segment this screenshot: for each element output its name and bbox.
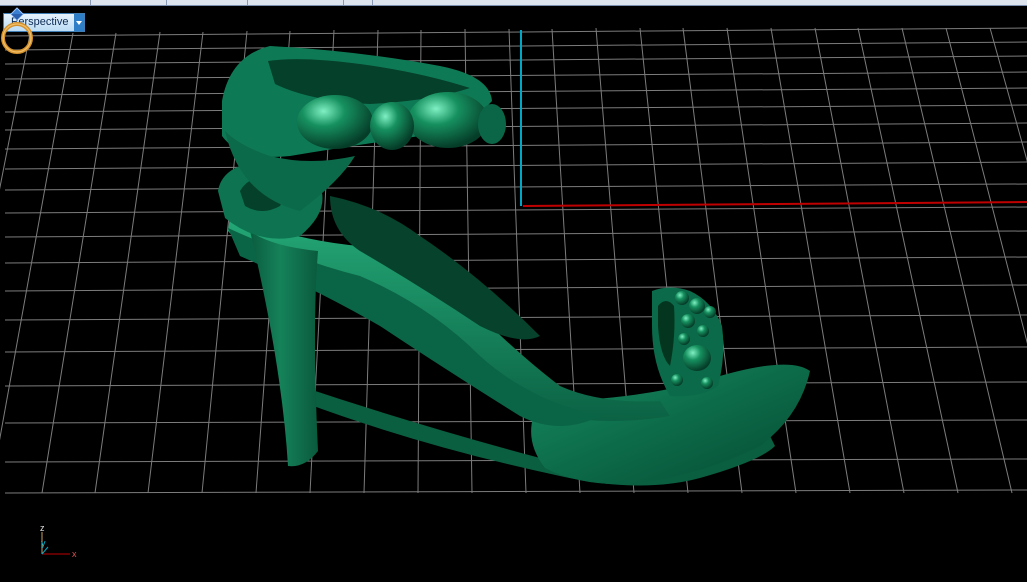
axis-x-label: x: [72, 549, 77, 559]
toolbar-segment: [344, 0, 373, 5]
axis-y-label: y: [41, 538, 46, 548]
ring-icon[interactable]: [0, 6, 34, 58]
shoe-model[interactable]: [218, 46, 810, 486]
toolbar-segment: [248, 0, 344, 5]
viewport-canvas[interactable]: z y x: [0, 6, 1027, 582]
toolbar-segment: [0, 0, 91, 5]
axis-indicator: z y x: [40, 523, 77, 559]
toolbar-segment: [167, 0, 248, 5]
chevron-down-icon[interactable]: [74, 14, 85, 31]
toolbar-segment: [91, 0, 167, 5]
x-axis-line: [522, 201, 1027, 207]
perspective-viewport[interactable]: z y x Perspective: [0, 6, 1027, 582]
construction-grid: [0, 27, 1027, 494]
axis-z-label: z: [40, 523, 45, 533]
